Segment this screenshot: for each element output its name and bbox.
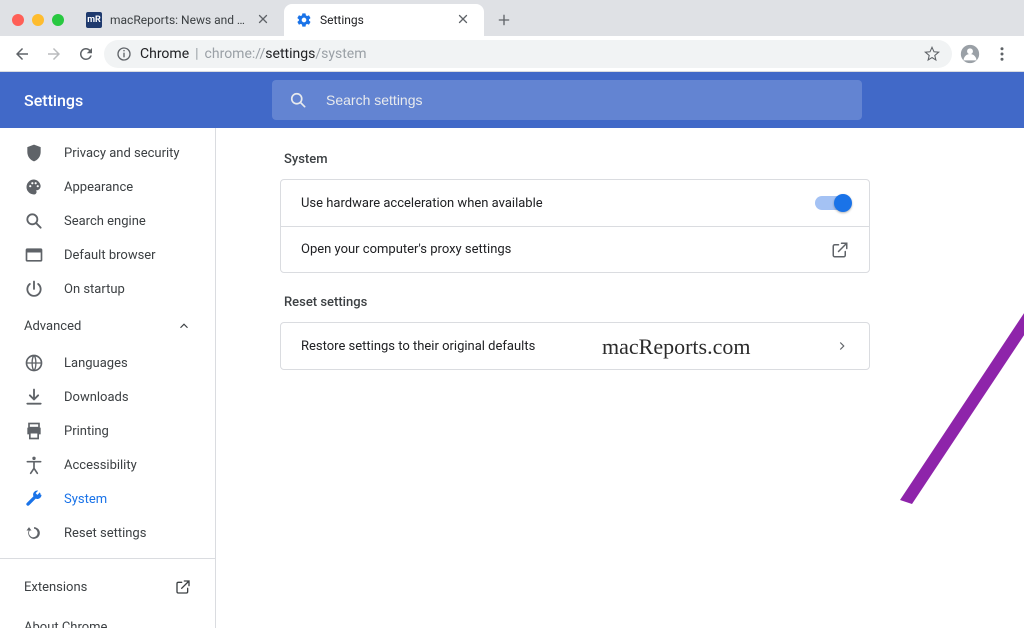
annotation-arrow	[872, 254, 1024, 514]
system-card: Use hardware acceleration when available…	[280, 179, 870, 273]
sidebar-item-system[interactable]: System	[0, 482, 215, 516]
sidebar-item-label: Appearance	[64, 180, 133, 195]
sidebar-item-label: System	[64, 492, 107, 507]
sidebar-item-printing[interactable]: Printing	[0, 414, 215, 448]
browser-toolbar: Chrome | chrome://settings/system	[0, 36, 1024, 72]
hardware-acceleration-toggle[interactable]	[815, 196, 849, 210]
settings-main: System Use hardware acceleration when av…	[216, 128, 1024, 628]
window-titlebar: mR macReports: News and Tips fo Settings	[0, 0, 1024, 36]
chevron-up-icon	[177, 319, 191, 333]
sidebar-item-accessibility[interactable]: Accessibility	[0, 448, 215, 482]
settings-header-title: Settings	[0, 91, 272, 110]
bookmark-star-icon[interactable]	[924, 46, 940, 62]
settings-header: Settings	[0, 72, 1024, 128]
sidebar-item-downloads[interactable]: Downloads	[0, 380, 215, 414]
browser-icon	[24, 245, 44, 265]
window-maximize-button[interactable]	[52, 14, 64, 26]
row-label: Use hardware acceleration when available	[301, 196, 815, 211]
sidebar-item-about-chrome[interactable]: About Chrome	[0, 607, 215, 628]
overflow-menu-button[interactable]	[988, 40, 1016, 68]
url-text: Chrome | chrome://settings/system	[140, 46, 916, 62]
sidebar-item-search-engine[interactable]: Search engine	[0, 204, 215, 238]
sidebar-item-label: Default browser	[64, 248, 156, 263]
sidebar-item-label: Extensions	[24, 580, 87, 595]
sidebar-advanced-toggle[interactable]: Advanced	[0, 306, 215, 346]
sidebar-item-languages[interactable]: Languages	[0, 346, 215, 380]
sidebar-item-label: Search engine	[64, 214, 146, 229]
section-title-system: System	[284, 152, 870, 167]
sidebar-item-label: Accessibility	[64, 458, 137, 473]
window-close-button[interactable]	[12, 14, 24, 26]
printer-icon	[24, 421, 44, 441]
power-icon	[24, 279, 44, 299]
sidebar-item-label: Privacy and security	[64, 146, 180, 161]
sidebar-item-on-startup[interactable]: On startup	[0, 272, 215, 306]
reload-button[interactable]	[72, 40, 100, 68]
sidebar-item-appearance[interactable]: Appearance	[0, 170, 215, 204]
profile-button[interactable]	[956, 40, 984, 68]
sidebar-divider	[0, 558, 215, 559]
sidebar-item-default-browser[interactable]: Default browser	[0, 238, 215, 272]
sidebar-item-label: Languages	[64, 356, 128, 371]
reset-card: Restore settings to their original defau…	[280, 322, 870, 370]
open-in-new-icon	[175, 579, 191, 595]
download-icon	[24, 387, 44, 407]
sidebar-item-label: On startup	[64, 282, 125, 297]
row-restore-defaults[interactable]: Restore settings to their original defau…	[281, 323, 869, 369]
section-title-reset: Reset settings	[284, 295, 870, 310]
row-proxy-settings[interactable]: Open your computer's proxy settings	[281, 226, 869, 272]
traffic-lights	[12, 14, 64, 26]
tab-title: macReports: News and Tips fo	[110, 13, 248, 27]
sidebar-item-label: Downloads	[64, 390, 129, 405]
window-minimize-button[interactable]	[32, 14, 44, 26]
sidebar-item-label: About Chrome	[24, 620, 107, 628]
open-in-new-icon	[831, 241, 849, 259]
favicon-settings	[296, 12, 312, 28]
tab-close-button[interactable]	[256, 12, 272, 28]
sidebar-item-privacy[interactable]: Privacy and security	[0, 136, 215, 170]
search-icon	[24, 211, 44, 231]
settings-sidebar[interactable]: Privacy and security Appearance Search e…	[0, 128, 216, 628]
sidebar-item-extensions[interactable]: Extensions	[0, 567, 215, 607]
chevron-right-icon	[835, 339, 849, 353]
tab-title: Settings	[320, 13, 448, 27]
tab-close-button[interactable]	[456, 12, 472, 28]
favicon-macreports: mR	[86, 12, 102, 28]
row-label: Open your computer's proxy settings	[301, 242, 831, 257]
tab-settings[interactable]: Settings	[284, 4, 484, 36]
palette-icon	[24, 177, 44, 197]
row-label: Restore settings to their original defau…	[301, 339, 835, 354]
wrench-icon	[24, 489, 44, 509]
forward-button[interactable]	[40, 40, 68, 68]
sidebar-section-label: Advanced	[24, 319, 81, 334]
new-tab-button[interactable]	[490, 6, 518, 34]
sidebar-item-label: Reset settings	[64, 526, 146, 541]
globe-icon	[24, 353, 44, 373]
settings-search-input[interactable]	[324, 91, 846, 109]
tab-macreports[interactable]: mR macReports: News and Tips fo	[74, 4, 284, 36]
address-bar[interactable]: Chrome | chrome://settings/system	[104, 40, 952, 68]
site-info-icon[interactable]	[116, 46, 132, 62]
shield-icon	[24, 143, 44, 163]
sidebar-item-reset-settings[interactable]: Reset settings	[0, 516, 215, 550]
search-icon	[288, 90, 308, 110]
back-button[interactable]	[8, 40, 36, 68]
settings-search[interactable]	[272, 80, 862, 120]
settings-page: Settings Privacy and security Appearance	[0, 72, 1024, 628]
row-hardware-acceleration[interactable]: Use hardware acceleration when available	[281, 180, 869, 226]
accessibility-icon	[24, 455, 44, 475]
restore-icon	[24, 523, 44, 543]
sidebar-item-label: Printing	[64, 424, 109, 439]
